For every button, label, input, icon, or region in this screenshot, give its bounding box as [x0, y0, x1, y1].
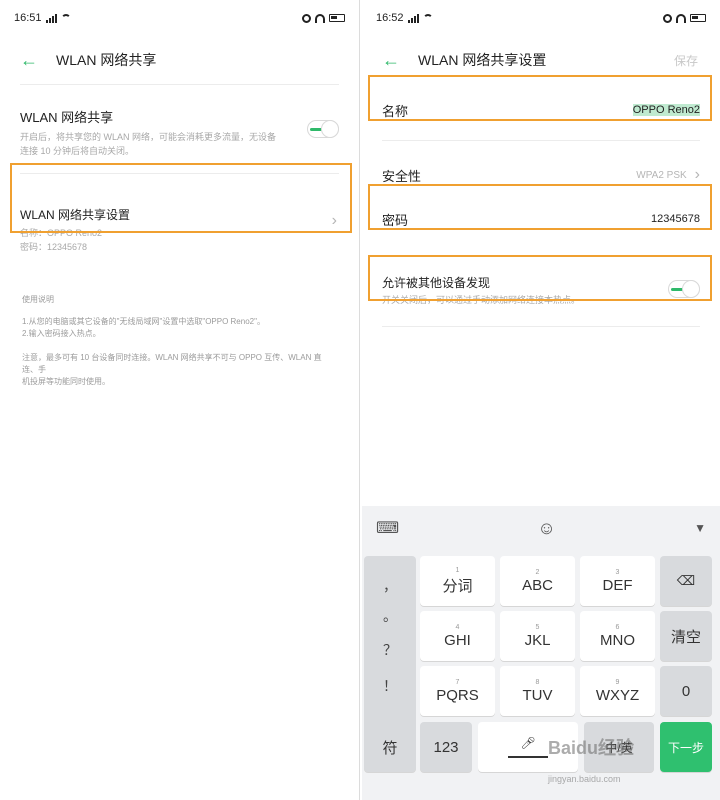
- hotspot-toggle[interactable]: [307, 120, 339, 138]
- tips-line-4: 机投屏等功能同时使用。: [22, 377, 110, 386]
- highlight-box: [368, 184, 712, 230]
- symbol-period[interactable]: 。: [364, 606, 416, 626]
- alarm-icon: [302, 13, 311, 23]
- symbol-key[interactable]: 符: [364, 722, 416, 772]
- left-screen: 16:51 ← WLAN 网络共享 WLAN 网络共享 开启后，将共享您的 WL…: [0, 0, 360, 800]
- battery-icon: [690, 14, 706, 22]
- next-step-key[interactable]: 下一步: [660, 722, 712, 772]
- headphones-icon: [676, 13, 686, 23]
- keyboard-toolbar: ⌨ ☺ ▼: [362, 506, 720, 550]
- symbol-comma[interactable]: ，: [364, 576, 416, 596]
- number-key[interactable]: 123: [420, 722, 472, 772]
- keyboard-icon[interactable]: ⌨: [376, 518, 399, 538]
- alarm-icon: [663, 13, 672, 23]
- hotspot-desc-2: 连接 10 分钟后将自动关闭。: [20, 146, 135, 156]
- status-bar: 16:51: [0, 0, 359, 36]
- emoji-icon[interactable]: ☺: [537, 518, 555, 539]
- backspace-icon: ⌫: [676, 573, 696, 588]
- symbol-column[interactable]: ， 。 ？ ！: [364, 556, 416, 730]
- key-7[interactable]: 7 PQRS: [420, 666, 495, 716]
- save-button[interactable]: 保存: [674, 52, 698, 69]
- tips-line-2: 2.输入密码接入热点。: [22, 329, 101, 338]
- page-title: WLAN 网络共享设置: [418, 52, 547, 68]
- tips-line-3: 注意，最多可有 10 台设备同时连接。WLAN 网络共享不可与 OPPO 互传、…: [22, 353, 322, 374]
- symbol-exclaim[interactable]: ！: [364, 676, 416, 696]
- back-arrow-icon[interactable]: ←: [20, 50, 46, 71]
- right-screen: 16:52 ← WLAN 网络共享设置 保存 名称 OPPO Reno2 安全性…: [362, 0, 720, 800]
- security-value: WPA2 PSK: [636, 169, 687, 181]
- watermark-brand: Baidu经验: [548, 738, 635, 758]
- soft-keyboard: ⌨ ☺ ▼ ， 。 ？ ！ 1 分词 2 ABC 3 DEF ⌫ 4 GHI 5 JKL …: [362, 506, 720, 800]
- wifi-icon: [60, 14, 71, 22]
- key-8[interactable]: 8 TUV: [500, 666, 575, 716]
- page-title: WLAN 网络共享: [56, 52, 157, 68]
- status-time: 16:51: [14, 12, 42, 24]
- microphone-icon[interactable]: 🎤︎: [520, 736, 535, 750]
- divider: [382, 326, 700, 327]
- key-5[interactable]: 5 JKL: [500, 611, 575, 661]
- tips-line-1: 1.从您的电脑或其它设备的"无线局域网"设置中选取"OPPO Reno2"。: [22, 317, 265, 326]
- clear-key[interactable]: 清空: [660, 611, 712, 661]
- back-arrow-icon[interactable]: ←: [382, 50, 408, 71]
- watermark-url: jingyan.baidu.com: [548, 774, 621, 784]
- highlight-box: [368, 75, 712, 121]
- hotspot-desc-1: 开启后，将共享您的 WLAN 网络，可能会消耗更多流量，无设备: [20, 132, 277, 142]
- highlight-box: [368, 255, 712, 301]
- key-1[interactable]: 1 分词: [420, 556, 495, 606]
- status-time: 16:52: [376, 12, 404, 24]
- hotspot-toggle-row[interactable]: WLAN 网络共享 开启后，将共享您的 WLAN 网络，可能会消耗更多流量，无设…: [0, 85, 359, 173]
- chevron-right-icon: ›: [694, 166, 700, 183]
- zero-key[interactable]: 0: [660, 666, 712, 716]
- battery-icon: [329, 14, 345, 22]
- status-bar: 16:52: [362, 0, 720, 36]
- space-bar-icon: [508, 750, 548, 758]
- security-label: 安全性: [382, 168, 422, 184]
- symbol-question[interactable]: ？: [364, 640, 416, 660]
- hotspot-label: WLAN 网络共享: [20, 110, 114, 125]
- signal-icon: [45, 13, 57, 23]
- headphones-icon: [315, 13, 325, 23]
- signal-icon: [407, 13, 419, 23]
- key-3[interactable]: 3 DEF: [580, 556, 655, 606]
- highlight-box: [10, 163, 352, 233]
- title-bar: ← WLAN 网络共享: [0, 36, 359, 84]
- key-2[interactable]: 2 ABC: [500, 556, 575, 606]
- key-4[interactable]: 4 GHI: [420, 611, 495, 661]
- wifi-icon: [422, 14, 433, 22]
- key-6[interactable]: 6 MNO: [580, 611, 655, 661]
- tips-heading: 使用说明: [22, 295, 54, 304]
- backspace-key[interactable]: ⌫: [660, 556, 712, 606]
- collapse-keyboard-icon[interactable]: ▼: [694, 521, 706, 535]
- key-9[interactable]: 9 WXYZ: [580, 666, 655, 716]
- settings-password-line: 密码：12345678: [20, 242, 88, 252]
- usage-tips: 使用说明 1.从您的电脑或其它设备的"无线局域网"设置中选取"OPPO Reno…: [0, 294, 359, 388]
- divider: [382, 140, 700, 141]
